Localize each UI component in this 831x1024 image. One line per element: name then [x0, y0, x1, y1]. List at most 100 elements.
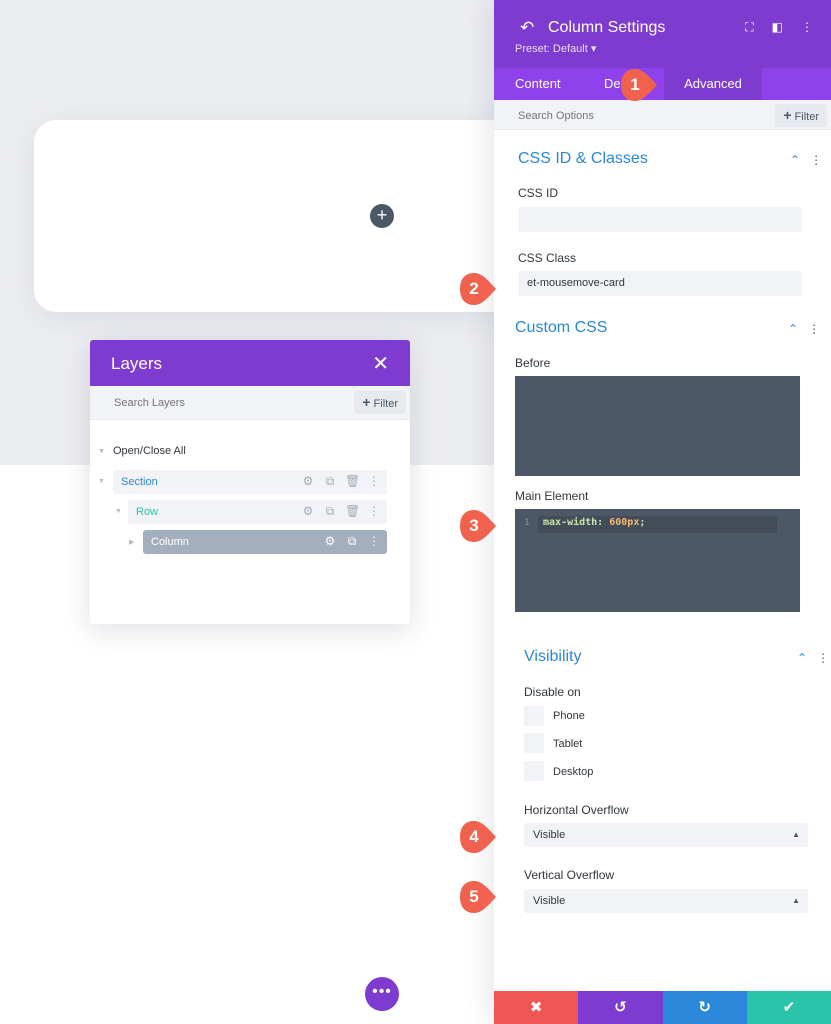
vertical-overflow-label: Vertical Overflow — [524, 868, 615, 882]
open-close-all-toggle[interactable]: Open/Close All — [113, 440, 186, 463]
split-view-icon[interactable]: ◧ — [772, 20, 783, 35]
tablet-label: Tablet — [553, 738, 583, 750]
css-property: max-width: — [543, 517, 604, 528]
trash-icon[interactable]: 🗑 — [345, 504, 360, 518]
visibility-title[interactable]: Visibility — [524, 648, 582, 666]
tab-design[interactable]: De — [604, 68, 621, 100]
line-number: 1 — [524, 518, 530, 528]
chevron-up-icon[interactable]: ⌃ — [788, 322, 798, 336]
css-class-input[interactable]: et-mousemove-card — [518, 271, 802, 296]
triangle-down-icon[interactable]: ▼ — [98, 448, 105, 455]
close-icon: ✖ — [529, 999, 543, 1016]
more-vertical-icon[interactable]: ⋮ — [808, 322, 820, 336]
layers-search-bar: +Filter — [90, 386, 410, 420]
plus-icon: + — [783, 107, 792, 123]
tab-advanced[interactable]: Advanced — [664, 68, 762, 100]
layer-item-section[interactable]: Section ⚙ ⧉ 🗑 ⋮ — [113, 470, 387, 494]
css-id-classes-title[interactable]: CSS ID & Classes — [518, 150, 648, 168]
save-button[interactable]: ✔ — [746, 991, 831, 1024]
discard-button[interactable]: ✖ — [494, 991, 579, 1024]
css-semicolon: ; — [639, 517, 646, 528]
custom-css-title[interactable]: Custom CSS — [515, 319, 607, 337]
column-settings-panel: ↶ Column Settings Preset: Default ▾ ⛶ ◧ … — [494, 0, 831, 1024]
layers-search-input[interactable] — [114, 397, 314, 409]
undo-arrow-icon[interactable]: ↶ — [520, 18, 534, 38]
horizontal-overflow-select[interactable]: Visible ▲ — [524, 823, 808, 847]
css-code: max-width: 600px; — [543, 517, 645, 528]
builder-more-button[interactable]: ••• — [365, 977, 399, 1011]
desktop-label: Desktop — [553, 766, 594, 778]
filter-label: Filter — [794, 111, 819, 123]
chevron-up-icon[interactable]: ⌃ — [797, 651, 807, 665]
step-marker-4: 4 — [459, 820, 497, 854]
redo-button[interactable]: ↻ — [662, 991, 747, 1024]
layers-title: Layers — [111, 354, 163, 373]
more-vertical-icon[interactable]: ⋮ — [367, 504, 381, 518]
phone-checkbox[interactable] — [524, 706, 544, 726]
main-element-css-editor[interactable]: 1 max-width: 600px; — [515, 509, 800, 612]
options-search-bar: +Filter — [494, 100, 831, 130]
vertical-overflow-select[interactable]: Visible ▲ — [524, 889, 808, 913]
more-vertical-icon[interactable]: ⋮ — [367, 534, 381, 548]
chevron-up-icon[interactable]: ⌃ — [790, 153, 800, 167]
undo-icon: ↺ — [614, 999, 627, 1016]
settings-tabs: Content De Advanced — [494, 68, 831, 100]
triangle-right-icon[interactable]: ▶ — [129, 538, 134, 546]
before-css-editor[interactable] — [515, 376, 800, 476]
triangle-down-icon[interactable]: ▼ — [98, 478, 105, 485]
more-vertical-icon[interactable]: ⋮ — [367, 474, 381, 488]
redo-icon: ↻ — [698, 999, 711, 1016]
phone-label: Phone — [553, 710, 585, 722]
disable-on-label: Disable on — [524, 685, 581, 699]
step-marker-5: 5 — [459, 880, 497, 914]
layer-label: Section — [121, 476, 158, 488]
gear-icon[interactable]: ⚙ — [301, 504, 315, 518]
before-label: Before — [515, 356, 551, 370]
settings-title: Column Settings — [548, 19, 666, 36]
gear-icon[interactable]: ⚙ — [301, 474, 315, 488]
trash-icon[interactable]: 🗑 — [345, 474, 360, 488]
more-vertical-icon[interactable]: ⋮ — [810, 153, 822, 167]
select-arrows-icon: ▲ — [792, 830, 800, 839]
css-value: 600px — [609, 517, 640, 528]
undo-button[interactable]: ↺ — [578, 991, 663, 1024]
search-options-input[interactable] — [518, 110, 718, 122]
main-element-label: Main Element — [515, 489, 589, 503]
duplicate-icon[interactable]: ⧉ — [323, 474, 337, 488]
settings-header: ↶ Column Settings Preset: Default ▾ ⛶ ◧ … — [494, 0, 831, 68]
triangle-down-icon[interactable]: ▼ — [115, 508, 122, 515]
select-arrows-icon: ▲ — [792, 896, 800, 905]
step-marker-2: 2 — [459, 272, 497, 306]
duplicate-icon[interactable]: ⧉ — [323, 504, 337, 518]
add-module-button[interactable]: + — [370, 204, 394, 228]
preset-dropdown[interactable]: Preset: Default ▾ — [515, 42, 596, 55]
close-icon[interactable]: ✕ — [372, 351, 389, 376]
options-filter-button[interactable]: + Filter — [775, 104, 827, 127]
tablet-checkbox[interactable] — [524, 733, 544, 753]
step-marker-1: 1 — [620, 68, 658, 102]
layer-item-column[interactable]: Column ⚙ ⧉ ⋮ — [143, 530, 387, 554]
duplicate-icon[interactable]: ⧉ — [345, 534, 359, 548]
horizontal-overflow-label: Horizontal Overflow — [524, 803, 629, 817]
layers-filter-button[interactable]: + Filter — [354, 391, 406, 414]
more-vertical-icon[interactable]: ⋮ — [817, 651, 829, 665]
layers-panel: Layers ✕ +Filter ▼ Open/Close All ▼ Sect… — [90, 340, 410, 624]
desktop-checkbox[interactable] — [524, 761, 544, 781]
css-class-label: CSS Class — [518, 251, 577, 265]
css-id-input[interactable] — [518, 207, 802, 232]
settings-footer: ✖ ↺ ↻ ✔ — [494, 991, 831, 1024]
selected-value: Visible — [533, 895, 566, 907]
layers-header: Layers ✕ — [90, 340, 410, 386]
gear-icon[interactable]: ⚙ — [323, 534, 337, 548]
step-marker-3: 3 — [459, 509, 497, 543]
expand-icon[interactable]: ⛶ — [745, 20, 753, 35]
css-id-label: CSS ID — [518, 186, 559, 200]
more-vertical-icon[interactable]: ⋮ — [801, 20, 813, 35]
selected-value: Visible — [533, 829, 566, 841]
tab-content[interactable]: Content — [515, 68, 561, 100]
layer-label: Column — [151, 536, 189, 548]
layer-item-row[interactable]: Row ⚙ ⧉ 🗑 ⋮ — [128, 500, 387, 524]
filter-label: Filter — [373, 398, 398, 410]
checkmark-icon: ✔ — [782, 999, 796, 1016]
layer-label: Row — [136, 506, 159, 518]
